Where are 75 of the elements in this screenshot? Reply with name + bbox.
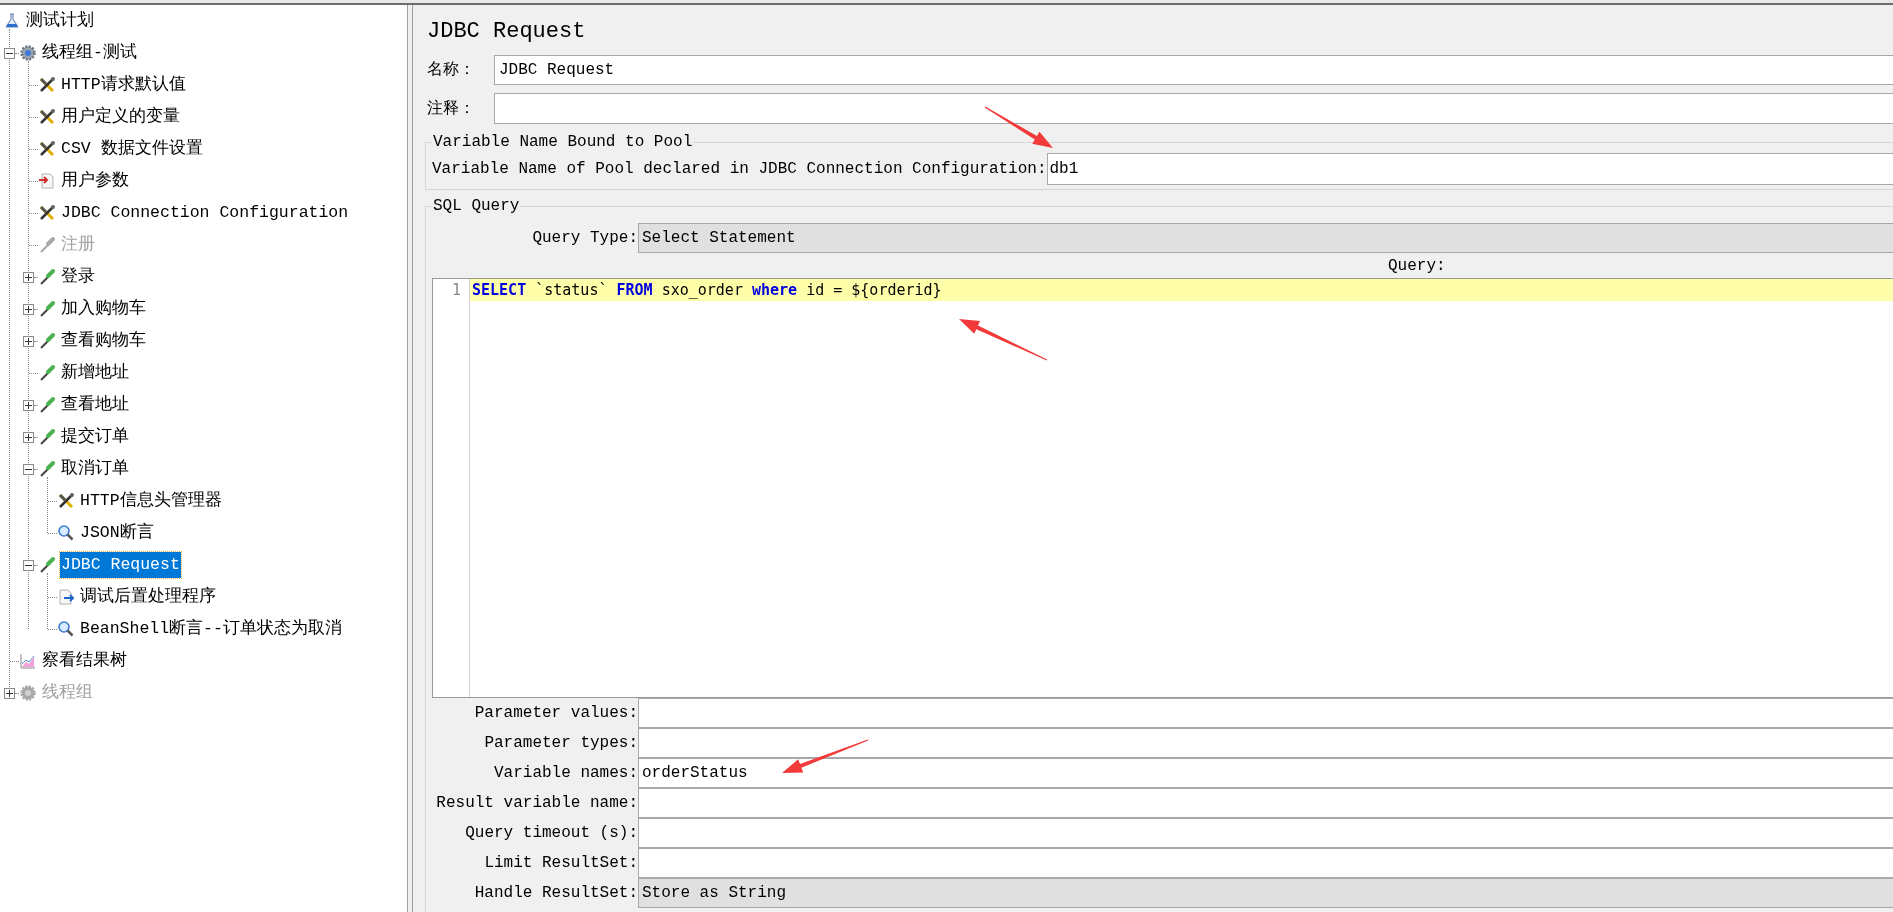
panel-title: JDBC Request — [426, 17, 587, 46]
query-editor[interactable]: 1 SELECT `status` FROM sxo_order where id = ${orderid} — [432, 278, 1893, 698]
tree-item[interactable]: HTTP请求默认值 — [60, 72, 187, 98]
field-label: Query timeout (s): — [464, 823, 638, 844]
wrench-screwdriver-icon — [38, 108, 56, 126]
page-arrow-icon — [57, 588, 75, 606]
pipette-icon — [38, 396, 56, 414]
field-label: Result variable name: — [435, 793, 638, 814]
pipette-icon — [38, 300, 56, 318]
field-label: Limit ResultSet: — [483, 853, 638, 874]
field-label: 名称： — [426, 60, 476, 81]
tree-item[interactable]: JDBC Connection Configuration — [60, 200, 350, 226]
tree-item[interactable]: 提交订单 — [60, 424, 130, 450]
tree-item[interactable]: 登录 — [60, 264, 96, 290]
tree-item[interactable]: 察看结果树 — [41, 648, 128, 674]
text-field[interactable] — [638, 698, 1893, 728]
tree-item[interactable]: 查看购物车 — [60, 328, 147, 354]
flask-icon — [3, 12, 21, 30]
wrench-screwdriver-icon — [38, 140, 56, 158]
text-field[interactable] — [638, 788, 1893, 818]
tree-item[interactable]: 新增地址 — [60, 360, 130, 386]
tree-item[interactable]: 调试后置处理程序 — [79, 584, 217, 610]
tree-item[interactable]: 查看地址 — [60, 392, 130, 418]
field-label: Handle ResultSet: — [473, 883, 638, 904]
expand-toggle[interactable] — [23, 271, 34, 283]
tree-item[interactable]: HTTP信息头管理器 — [79, 488, 223, 514]
collapse-toggle[interactable] — [23, 463, 34, 475]
expand-toggle[interactable] — [23, 335, 34, 347]
gear-icon — [19, 684, 37, 702]
wrench-screwdriver-icon — [57, 492, 75, 510]
tree-item[interactable]: 测试计划 — [25, 8, 95, 34]
text-field[interactable]: JDBC Request — [494, 55, 1893, 85]
expand-toggle[interactable] — [23, 399, 34, 411]
pipette-icon — [38, 332, 56, 350]
text-field[interactable] — [638, 728, 1893, 758]
dropdown[interactable]: Select Statement — [638, 223, 1893, 253]
expand-toggle[interactable] — [23, 431, 34, 443]
field-label: Parameter values: — [473, 703, 638, 724]
gear-icon — [19, 44, 37, 62]
tree-item[interactable]: 用户参数 — [60, 168, 130, 194]
pipette-icon — [38, 268, 56, 286]
wrench-screwdriver-icon — [38, 76, 56, 94]
tree-item[interactable]: CSV 数据文件设置 — [60, 136, 204, 162]
collapse-toggle[interactable] — [23, 559, 34, 571]
tree-item[interactable]: JSON断言 — [79, 520, 155, 546]
dropdown[interactable]: Store as String — [638, 878, 1893, 908]
field-label: Variable Name of Pool declared in JDBC Connection Configuration: — [432, 159, 1047, 180]
pipette-icon — [38, 364, 56, 382]
text-field[interactable] — [494, 93, 1893, 124]
text-field[interactable] — [638, 848, 1893, 878]
field-label: 注释： — [426, 98, 476, 120]
pipette-icon — [38, 556, 56, 574]
tree-item[interactable]: JDBC Request — [60, 552, 181, 578]
tree-item[interactable]: 线程组-测试 — [41, 40, 138, 66]
tree-item[interactable]: 加入购物车 — [60, 296, 147, 322]
field-label: Parameter types: — [483, 733, 638, 754]
pipette-icon — [38, 428, 56, 446]
field-label: Query: — [1388, 255, 1446, 277]
page-arrow-icon — [38, 172, 56, 190]
magnifier-icon — [57, 524, 75, 542]
wrench-screwdriver-icon — [38, 204, 56, 222]
text-field[interactable] — [638, 818, 1893, 848]
tree-item[interactable]: BeanShell断言--订单状态为取消 — [79, 616, 343, 642]
tree-item[interactable]: 用户定义的变量 — [60, 104, 181, 130]
magnifier-icon — [57, 620, 75, 638]
text-field[interactable]: orderStatus — [638, 758, 1893, 788]
field-label: Query Type: — [531, 228, 638, 249]
expand-toggle[interactable] — [23, 303, 34, 315]
section-legend: SQL Query — [432, 196, 521, 216]
collapse-toggle[interactable] — [4, 47, 15, 59]
pipette-icon — [38, 236, 56, 254]
field-label: Variable names: — [492, 763, 638, 784]
text-field[interactable]: db1 — [1046, 153, 1893, 185]
tree-item[interactable]: 取消订单 — [60, 456, 130, 482]
pipette-icon — [38, 460, 56, 478]
